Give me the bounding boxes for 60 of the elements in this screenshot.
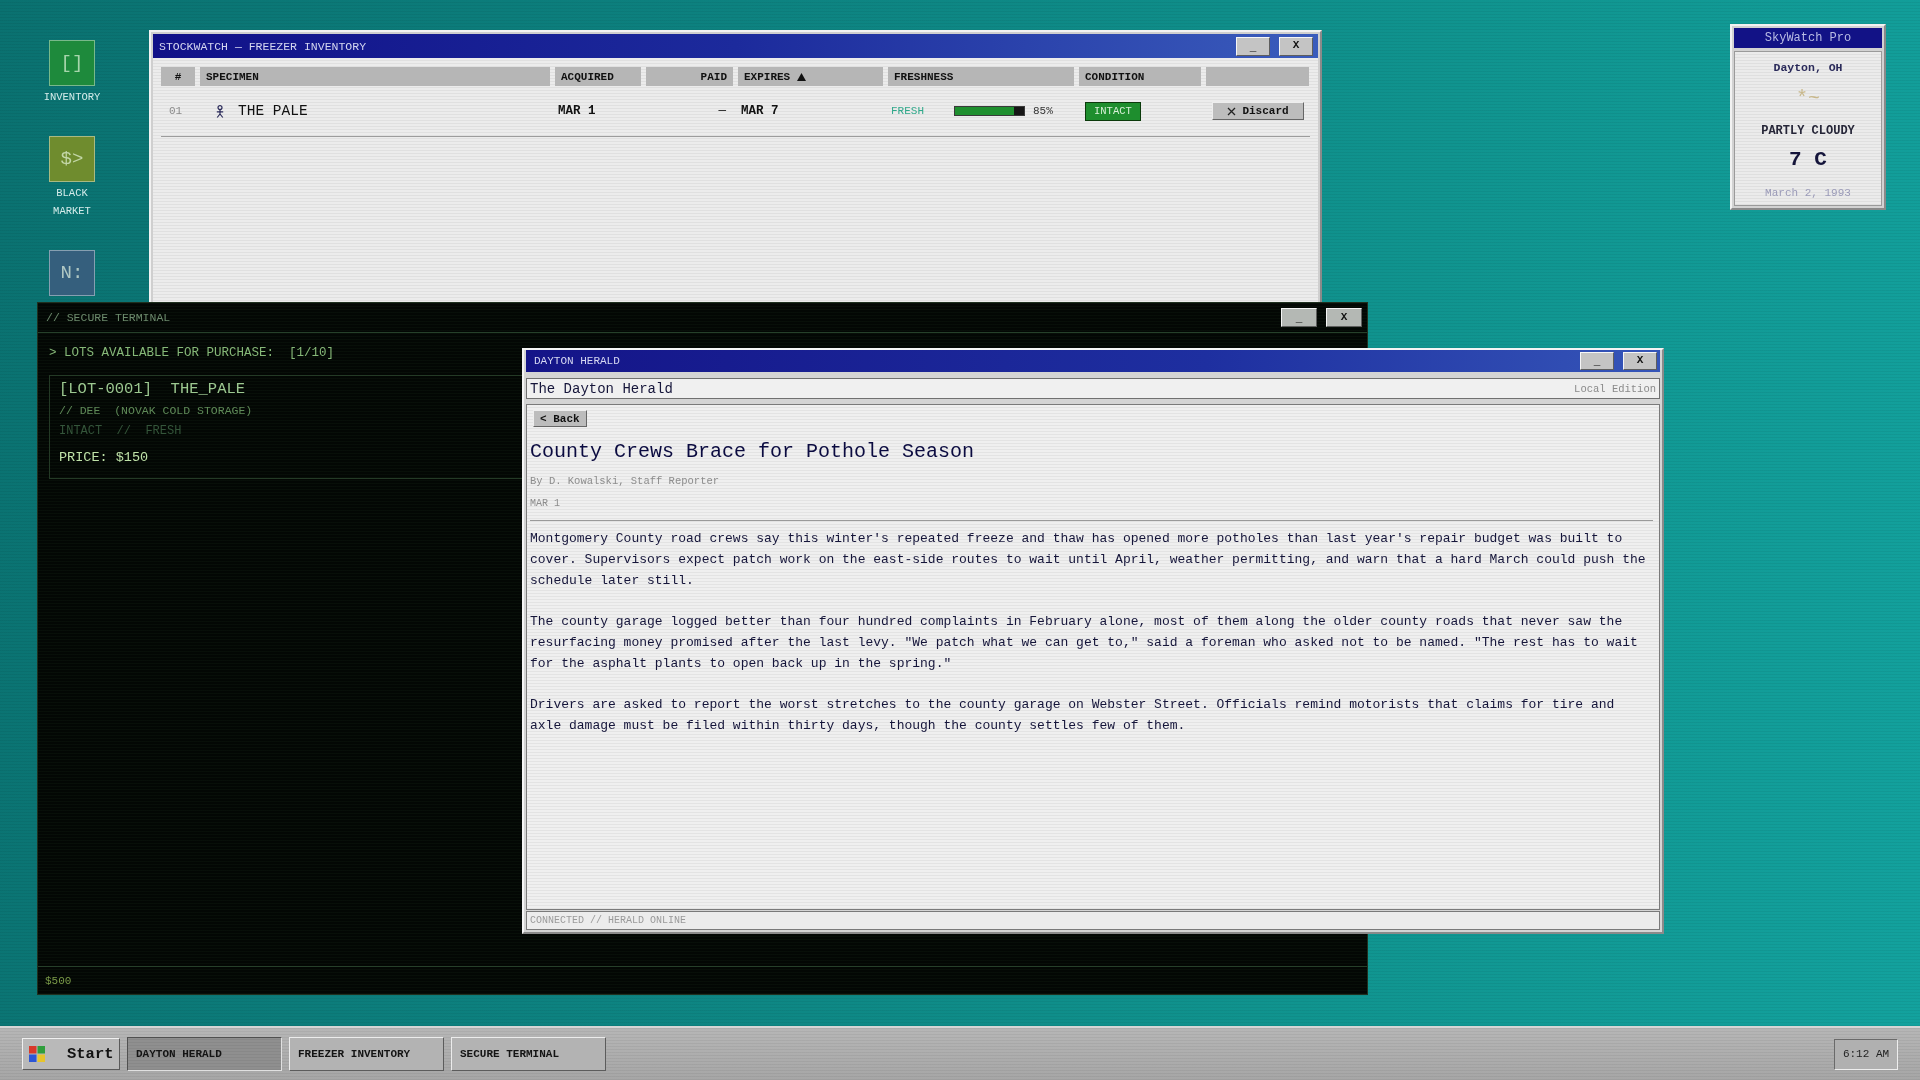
column-header[interactable]: EXPIRES bbox=[738, 67, 883, 86]
minimize-button[interactable]: _ bbox=[1281, 308, 1317, 327]
table-cell: — bbox=[718, 104, 726, 118]
start-button[interactable]: Start bbox=[22, 1038, 120, 1070]
masthead-title: The Dayton Herald bbox=[530, 380, 673, 397]
freshness-reading: 85% bbox=[1033, 105, 1053, 117]
logo-icon bbox=[29, 1046, 45, 1062]
column-header[interactable]: CONDITION bbox=[1079, 67, 1201, 86]
icon-label[interactable]: BLACK MARKET bbox=[36, 184, 108, 220]
close-button[interactable]: X bbox=[1326, 308, 1362, 327]
column-header[interactable]: FRESHNESS bbox=[888, 67, 1074, 86]
minimize-button[interactable]: _ bbox=[1580, 352, 1614, 370]
location-text: Dayton, OH bbox=[1773, 60, 1843, 76]
condition-text: PARTLY CLOUDY bbox=[1761, 123, 1855, 139]
taskbar-button[interactable]: SECURE TERMINAL bbox=[451, 1037, 606, 1071]
sort-arrow-icon bbox=[797, 72, 807, 81]
lot-price: PRICE: $150 bbox=[59, 449, 149, 467]
discard-button[interactable]: Discard bbox=[1212, 102, 1304, 120]
weather-symbol: *~ bbox=[1796, 87, 1820, 111]
freshness-label: FRESH bbox=[891, 105, 925, 117]
taskbar-button[interactable]: DAYTON HERALD bbox=[127, 1037, 282, 1071]
clock: 6:12 AM bbox=[1834, 1038, 1898, 1070]
date-text: March 2, 1993 bbox=[1765, 186, 1851, 200]
lot-card[interactable]: [LOT-0001] THE_PALE // DEE (NOVAK COLD STORAGE) INTACT // FRESH PRICE: $150 bbox=[49, 375, 522, 479]
window-title: DAYTON HERALD bbox=[534, 355, 621, 367]
table-cell-text: 01 bbox=[168, 105, 183, 117]
edition-label: Local Edition bbox=[1574, 382, 1656, 395]
balance-text: $500 bbox=[45, 974, 72, 987]
lot-status: INTACT // FRESH bbox=[59, 423, 182, 440]
article-paragraph: The county garage logged better than four hundred complaints in February alone, most of them along the older county roads that never saw the resurfacing money promised after the last levy. "We patch what we can get to," said a foreman who asked not to be named. "The rest has to wait for the asphalt plants to open back up in the spring." bbox=[530, 613, 1639, 673]
article-date: MAR 1 bbox=[530, 497, 560, 511]
close-button[interactable]: X bbox=[1623, 352, 1657, 370]
status-text: CONNECTED // HERALD ONLINE bbox=[530, 915, 687, 926]
column-header[interactable]: ACQUIRED bbox=[555, 67, 641, 86]
article-paragraph: Drivers are asked to report the worst stretches to the county garage on Webster Street. Officials remind motorists that claims for tire and axle damage must be filed within thirty days, though the county settles few of them. bbox=[530, 696, 1616, 736]
article-paragraph: Montgomery County road crews say this winter's repeated freeze and thaw has opened more potholes than last year's repair budget was built to cover. Supervisors expect patch work on the east-side routes to wait until April, weather permitting, and warn that a hard March could push the schedule later still. bbox=[530, 530, 1647, 590]
x-icon bbox=[1227, 106, 1237, 116]
person-icon bbox=[216, 104, 224, 118]
window-title: STOCKWATCH — FREEZER INVENTORY bbox=[159, 39, 368, 53]
app-icon[interactable]: N: bbox=[49, 250, 95, 296]
minimize-button[interactable]: _ bbox=[1236, 36, 1270, 56]
column-header[interactable]: # bbox=[161, 67, 195, 86]
table-cell: THE PALE bbox=[238, 103, 308, 119]
terminal-heading: > LOTS AVAILABLE FOR PURCHASE: [1/10] bbox=[49, 346, 335, 361]
table-cell-text: MAR 1 bbox=[557, 104, 596, 118]
lot-title: [LOT-0001] THE_PALE bbox=[59, 379, 246, 399]
back-button[interactable]: < Back bbox=[533, 410, 587, 427]
status-badge: INTACT bbox=[1085, 101, 1141, 121]
table-cell-text: MAR 7 bbox=[740, 104, 779, 118]
lot-source: // DEE (NOVAK COLD STORAGE) bbox=[59, 403, 253, 419]
taskbar-button[interactable]: FREEZER INVENTORY bbox=[289, 1037, 444, 1071]
window-title: // SECURE TERMINAL bbox=[46, 311, 172, 324]
article-byline: By D. Kowalski, Staff Reporter bbox=[530, 474, 720, 488]
article-headline: County Crews Brace for Pothole Season bbox=[530, 439, 975, 465]
icon-label[interactable]: INVENTORY bbox=[36, 88, 108, 106]
temperature-text: 7 C bbox=[1789, 147, 1827, 173]
column-header[interactable]: SPECIMEN bbox=[200, 67, 550, 86]
widget-title: SkyWatch Pro bbox=[1764, 31, 1852, 45]
close-button[interactable]: X bbox=[1279, 36, 1313, 56]
column-header[interactable]: PAID bbox=[646, 67, 733, 86]
